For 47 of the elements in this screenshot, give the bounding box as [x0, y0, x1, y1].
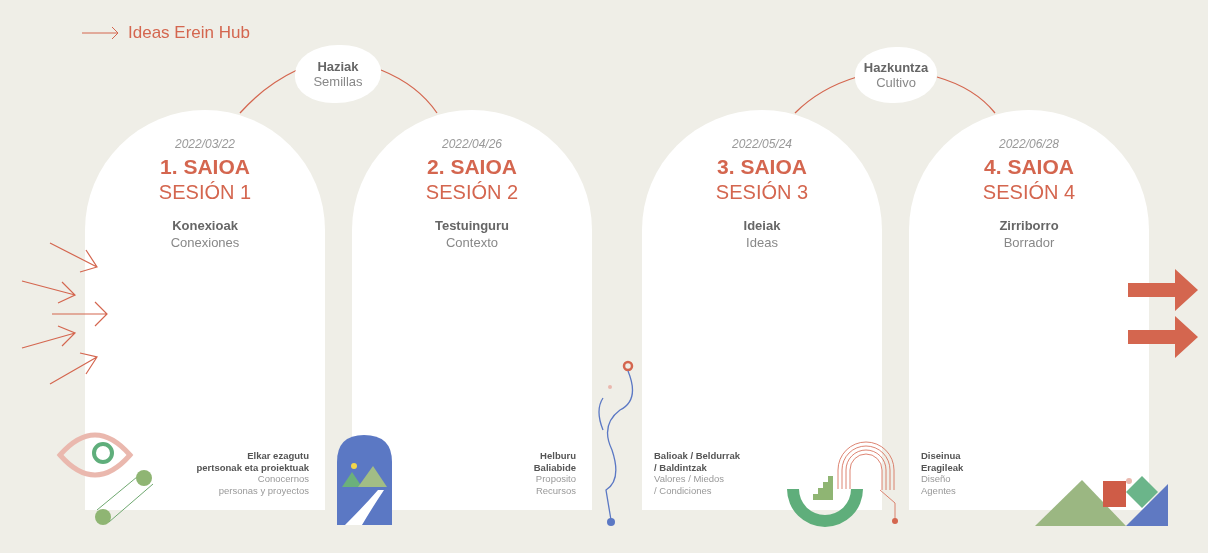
session-note: / Baldintzak: [654, 461, 707, 473]
session-number: 3. SAIOA: [717, 155, 807, 179]
session-note: Eragileak: [921, 461, 964, 473]
session-note: Agentes: [921, 484, 956, 496]
session-note: Recursos: [535, 484, 576, 496]
arrow-icon: [82, 26, 120, 40]
session-note: Valores / Miedos: [654, 473, 725, 485]
connector-arc: [794, 76, 858, 114]
session-note: Diseño: [921, 473, 951, 485]
session-label: SESIÓN 4: [982, 181, 1076, 204]
session-date: 2022/06/28: [998, 137, 1060, 151]
session-note: pertsonak eta proiektuak: [196, 461, 309, 473]
session-theme-translation: Conexiones: [170, 235, 240, 250]
session-theme: Zirriborro: [999, 218, 1059, 233]
session-note: Elkar ezagutu: [247, 450, 309, 462]
phase-subtitle: Semillas: [312, 74, 364, 89]
connector-arc: [936, 76, 996, 114]
session-date: 2022/03/22: [174, 137, 236, 151]
session-number: 4. SAIOA: [984, 155, 1074, 179]
session-number: 1. SAIOA: [160, 155, 250, 179]
session-note: Diseinua: [921, 450, 961, 462]
capsule-drawing: [95, 470, 154, 525]
session-theme: Ideiak: [743, 218, 781, 233]
session-date: 2022/04/26: [441, 137, 503, 151]
phase-subtitle: Cultivo: [875, 75, 917, 90]
session-note: Conocernos: [257, 473, 309, 485]
session-label: SESIÓN 1: [158, 181, 252, 204]
session-theme-translation: Ideas: [746, 235, 778, 250]
session-note: Baliabide: [533, 461, 576, 473]
phase-title: Haziak: [316, 59, 360, 74]
session-note: Proposito: [535, 473, 576, 485]
session-label: SESIÓN 2: [425, 181, 519, 204]
session-note: / Condiciones: [654, 484, 712, 496]
session-note: personas y proyectos: [218, 484, 309, 496]
session-theme: Konexioak: [172, 218, 238, 233]
phase-title: Hazkuntza: [862, 60, 930, 75]
connector-arc: [380, 69, 438, 114]
connector-arc: [239, 69, 298, 114]
session-theme: Testuinguru: [434, 218, 510, 233]
session-note: Balioak / Beldurrak: [654, 450, 741, 462]
session-note: Helburu: [540, 450, 576, 462]
session-label: SESIÓN 3: [715, 181, 809, 204]
session-date: 2022/05/24: [731, 137, 793, 151]
session-theme-translation: Borrador: [1003, 235, 1055, 250]
app-title: Ideas Erein Hub: [128, 23, 250, 43]
session-theme-translation: Contexto: [445, 235, 498, 250]
session-number: 2. SAIOA: [427, 155, 517, 179]
